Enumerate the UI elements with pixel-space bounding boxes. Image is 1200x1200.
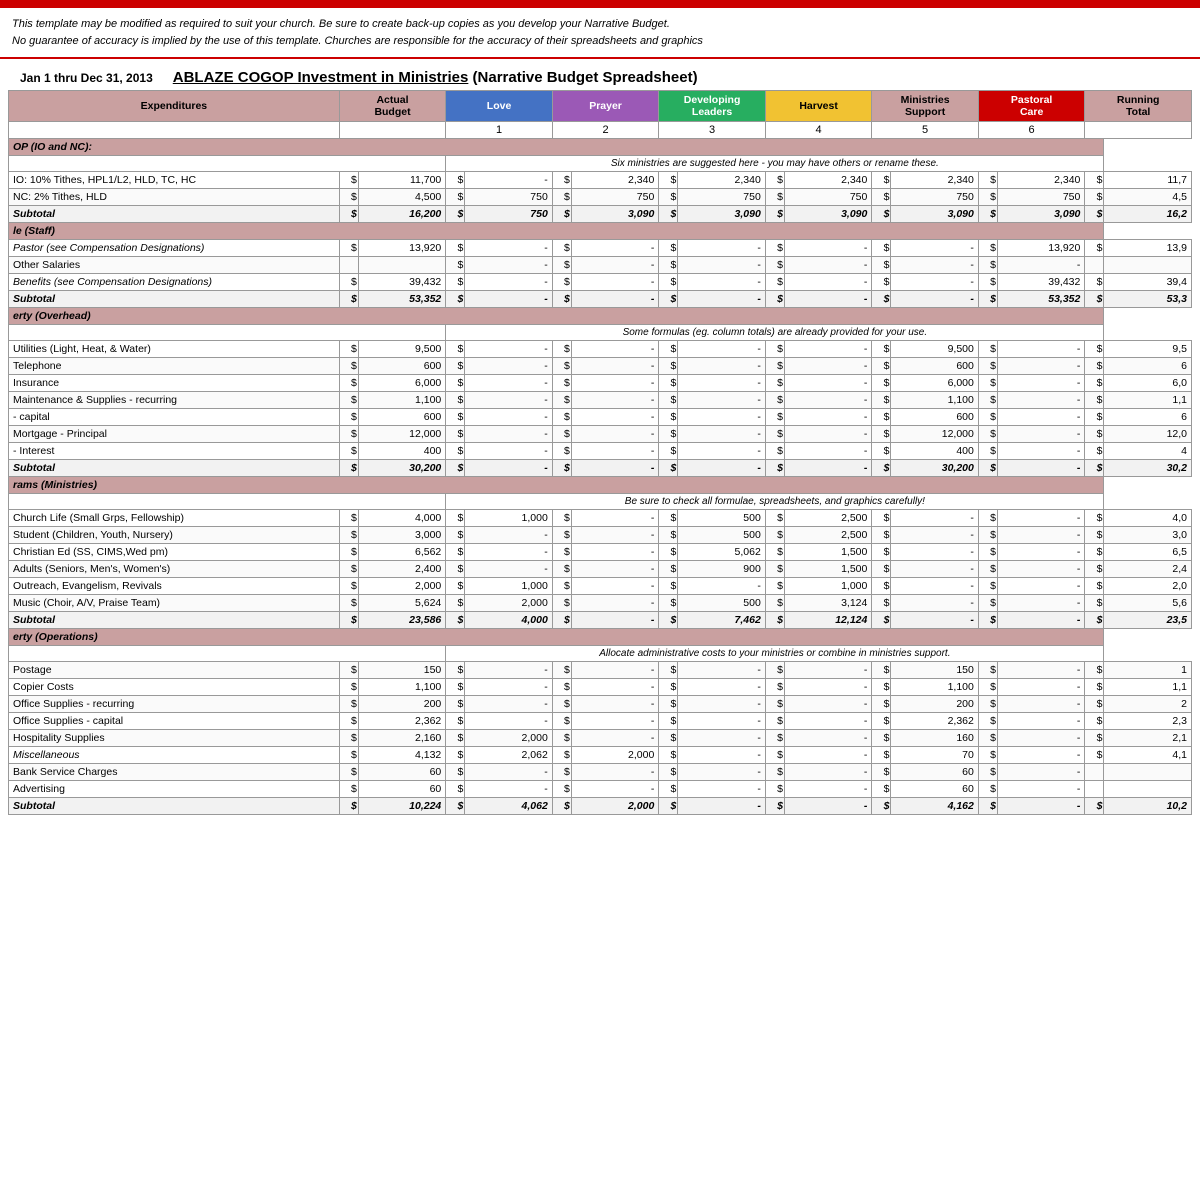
table-row: Adults (Seniors, Men's, Women's)$2,400$-… [9,561,1192,578]
main-title: ABLAZE COGOP Investment in Ministries (N… [173,69,698,86]
section-notice: Be sure to check all formulae, spreadshe… [9,494,1192,510]
subtotal-row: Subtotal$53,352$-$-$-$-$-$53,352$53,3 [9,291,1192,308]
section-notice: Allocate administrative costs to your mi… [9,646,1192,662]
table-row: Postage$150$-$-$-$-$150$-$1 [9,662,1192,679]
header-actual-budget: ActualBudget [339,91,446,122]
section-header: erty (Overhead) [9,308,1192,325]
subtotal-row: Subtotal$16,200$750$3,090$3,090$3,090$3,… [9,206,1192,223]
table-row: Miscellaneous$4,132$2,062$2,000$-$-$70$-… [9,747,1192,764]
num-harvest: 4 [765,122,872,139]
table-row: Office Supplies - recurring$200$-$-$-$-$… [9,696,1192,713]
table-body: OP (IO and NC):Six ministries are sugges… [9,139,1192,815]
header-row: Expenditures ActualBudget Love Prayer De… [9,91,1192,122]
table-row: Benefits (see Compensation Designations)… [9,274,1192,291]
subtotal-row: Subtotal$23,586$4,000$-$7,462$12,124$-$-… [9,612,1192,629]
num-row: 1 2 3 4 5 6 [9,122,1192,139]
title-rest: (Narrative Budget Spreadsheet) [468,69,697,86]
num-empty [9,122,340,139]
header-developing: DevelopingLeaders [659,91,766,122]
top-border [0,0,1200,8]
header-love: Love [446,91,553,122]
table-row: - capital$600$-$-$-$-$600$-$6 [9,409,1192,426]
title-area: Jan 1 thru Dec 31, 2013 ABLAZE COGOP Inv… [0,59,1200,90]
section-header: OP (IO and NC): [9,139,1192,156]
table-row: Advertising$60$-$-$-$-$60$- [9,781,1192,798]
disclaimer: This template may be modified as require… [0,8,1200,59]
table-row: - Interest$400$-$-$-$-$400$-$4 [9,443,1192,460]
table-row: Bank Service Charges$60$-$-$-$-$60$- [9,764,1192,781]
spreadsheet-container: Expenditures ActualBudget Love Prayer De… [0,90,1200,815]
header-pastoral: PastoralCare [978,91,1085,122]
subtotal-row: Subtotal$10,224$4,062$2,000$-$-$4,162$-$… [9,798,1192,815]
table-row: Mortgage - Principal$12,000$-$-$-$-$12,0… [9,426,1192,443]
num-prayer: 2 [552,122,659,139]
table-row: Outreach, Evangelism, Revivals$2,000$1,0… [9,578,1192,595]
table-row: Copier Costs$1,100$-$-$-$-$1,100$-$1,1 [9,679,1192,696]
table-row: IO: 10% Tithes, HPL1/L2, HLD, TC, HC$11,… [9,172,1192,189]
subtotal-row: Subtotal$30,200$-$-$-$-$30,200$-$30,2 [9,460,1192,477]
num-developing: 3 [659,122,766,139]
table-row: Other Salaries$-$-$-$-$-$- [9,257,1192,274]
table-row: Church Life (Small Grps, Fellowship)$4,0… [9,510,1192,527]
header-prayer: Prayer [552,91,659,122]
num-pastoral: 6 [978,122,1085,139]
num-running-empty [1085,122,1192,139]
table-row: Pastor (see Compensation Designations)$1… [9,240,1192,257]
section-header: le (Staff) [9,223,1192,240]
table-row: Music (Choir, A/V, Praise Team)$5,624$2,… [9,595,1192,612]
budget-table: Expenditures ActualBudget Love Prayer De… [8,90,1192,815]
date-range: Jan 1 thru Dec 31, 2013 [20,71,153,85]
table-row: Student (Children, Youth, Nursery)$3,000… [9,527,1192,544]
header-expenditures: Expenditures [9,91,340,122]
disclaimer-line1: This template may be modified as require… [12,16,1188,33]
title-underline: ABLAZE COGOP Investment in Ministries [173,69,469,86]
table-row: Hospitality Supplies$2,160$2,000$-$-$-$1… [9,730,1192,747]
section-notice: Some formulas (eg. column totals) are al… [9,325,1192,341]
disclaimer-line2: No guarantee of accuracy is implied by t… [12,33,1188,50]
table-row: NC: 2% Tithes, HLD$4,500$750$750$750$750… [9,189,1192,206]
section-header: rams (Ministries) [9,477,1192,494]
table-row: Office Supplies - capital$2,362$-$-$-$-$… [9,713,1192,730]
header-ministries: MinistriesSupport [872,91,979,122]
num-ministries: 5 [872,122,979,139]
num-empty2 [339,122,446,139]
table-row: Maintenance & Supplies - recurring$1,100… [9,392,1192,409]
header-running: RunningTotal [1085,91,1192,122]
table-row: Insurance$6,000$-$-$-$-$6,000$-$6,0 [9,375,1192,392]
table-row: Utilities (Light, Heat, & Water)$9,500$-… [9,341,1192,358]
section-header: erty (Operations) [9,629,1192,646]
table-row: Christian Ed (SS, CIMS,Wed pm)$6,562$-$-… [9,544,1192,561]
header-harvest: Harvest [765,91,872,122]
num-love: 1 [446,122,553,139]
table-row: Telephone$600$-$-$-$-$600$-$6 [9,358,1192,375]
section-notice: Six ministries are suggested here - you … [9,156,1192,172]
